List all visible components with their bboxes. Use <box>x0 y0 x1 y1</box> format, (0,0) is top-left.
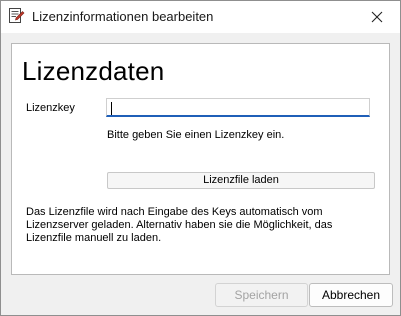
close-icon <box>371 11 383 23</box>
load-license-file-button[interactable]: Lizenzfile laden <box>107 172 375 189</box>
close-button[interactable] <box>354 1 400 33</box>
dialog-window: Lizenzinformationen bearbeiten Lizenzdat… <box>0 0 401 316</box>
license-key-label: Lizenzkey <box>26 102 75 114</box>
validation-hint: Bitte geben Sie einen Lizenzkey ein. <box>107 129 285 141</box>
license-document-icon <box>7 7 25 25</box>
cancel-button[interactable]: Abbrechen <box>309 283 393 307</box>
save-button[interactable]: Speichern <box>215 283 308 307</box>
window-title: Lizenzinformationen bearbeiten <box>32 9 214 24</box>
info-text: Das Lizenzfile wird nach Eingabe des Key… <box>26 206 333 244</box>
section-heading: Lizenzdaten <box>22 56 165 86</box>
text-caret <box>111 102 112 115</box>
content-panel: Lizenzdaten Lizenzkey Bitte geben Sie ei… <box>11 43 390 275</box>
license-key-input[interactable] <box>106 98 370 117</box>
title-bar[interactable]: Lizenzinformationen bearbeiten <box>1 1 400 33</box>
